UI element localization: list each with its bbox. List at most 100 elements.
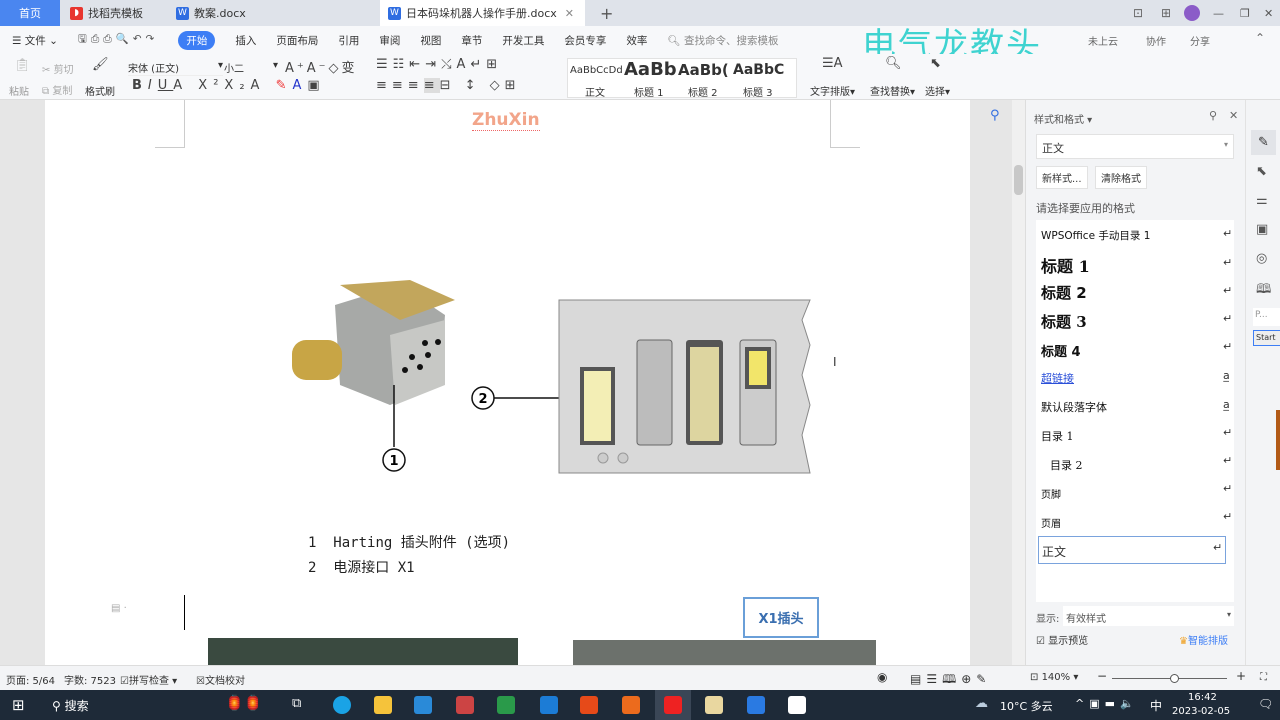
style-item[interactable]: 标题 2 xyxy=(1041,282,1087,303)
style-item[interactable]: 页脚 xyxy=(1041,486,1061,501)
view-mode-icons[interactable]: ▤☰🕮⊕✎ xyxy=(910,670,991,691)
new-style-button[interactable]: 新样式... xyxy=(1036,166,1088,189)
notification-icon[interactable]: 🗨 xyxy=(1258,697,1273,711)
menu-insert[interactable]: 插入 xyxy=(235,33,256,48)
window-layout-icon[interactable]: ⊡ xyxy=(1125,0,1143,26)
app-icon[interactable] xyxy=(497,696,515,714)
style-item[interactable]: 默认段落字体 xyxy=(1041,399,1107,415)
minimize-icon[interactable]: — xyxy=(1205,0,1224,26)
select-button[interactable]: 选择▾ xyxy=(925,83,950,98)
edge-icon[interactable] xyxy=(333,696,351,714)
menu-view[interactable]: 视图 xyxy=(420,33,441,48)
wps-taskbar-item[interactable] xyxy=(655,690,691,720)
store-icon[interactable] xyxy=(414,696,432,714)
style-h3-label[interactable]: 标题 3 xyxy=(743,84,773,99)
vertical-scrollbar[interactable] xyxy=(1012,100,1025,665)
app-icon[interactable] xyxy=(788,696,806,714)
font-tools-icons[interactable]: A⁺A⁻◇变 xyxy=(285,57,358,76)
paragraph-handle-icon[interactable]: ▤ · xyxy=(111,603,127,614)
clear-format-button[interactable]: 清除格式 xyxy=(1095,166,1147,189)
fullscreen-icon[interactable]: ⛶ xyxy=(1260,672,1267,683)
cut-button[interactable]: ✂ 剪切 xyxy=(42,61,74,76)
windows-start-icon[interactable]: ⊞ xyxy=(12,696,25,714)
sliders-icon[interactable]: ⚌ xyxy=(1256,193,1268,208)
alignment-icons[interactable]: ≡≡≡≡⊟ ↕ ◇⊞ xyxy=(376,78,521,93)
style-h2-preview[interactable]: AaBb( xyxy=(678,61,730,79)
menu-chapter[interactable]: 章节 xyxy=(461,33,482,48)
paragraph-icons[interactable]: ☰☷⇤⇥⤯A↵⊞ xyxy=(376,57,502,72)
weather-text[interactable]: 10°C 多云 xyxy=(1000,698,1053,714)
start-button[interactable]: Start xyxy=(1253,330,1280,346)
menu-layout[interactable]: 页面布局 xyxy=(276,33,318,48)
find-replace-button[interactable]: 查找替换▾ xyxy=(870,83,915,98)
text-layout-button[interactable]: 文字排版▾ xyxy=(810,83,855,98)
label-box[interactable]: X1插头 xyxy=(743,597,819,638)
avatar[interactable] xyxy=(1184,5,1200,21)
edit-pen-icon[interactable]: ✎ xyxy=(1251,130,1276,155)
menu-file[interactable]: ☰ 文件 ⌄ xyxy=(12,33,58,48)
menu-start[interactable]: 开始 xyxy=(178,30,216,50)
restore-icon[interactable]: ❐ xyxy=(1232,0,1250,26)
tab-home[interactable]: 首页 xyxy=(0,0,60,26)
format-painter-button[interactable]: 格式刷 xyxy=(85,83,115,98)
show-select[interactable]: 有效样式 ▾ xyxy=(1063,606,1234,626)
style-h2-label[interactable]: 标题 2 xyxy=(688,84,718,99)
style-item[interactable]: 页眉 xyxy=(1041,515,1061,530)
style-h3-preview[interactable]: AaBbC( xyxy=(733,62,785,78)
tab-jiaoan[interactable]: W 教案.docx xyxy=(168,0,368,26)
page-indicator[interactable]: 页面: 5/64 xyxy=(6,672,55,687)
clock-time[interactable]: 16:42 xyxy=(1188,692,1217,703)
collab-button[interactable]: 协作 xyxy=(1146,33,1166,48)
file-explorer-icon[interactable] xyxy=(374,696,392,714)
ppt-icon[interactable] xyxy=(580,696,598,714)
clock-date[interactable]: 2023-02-05 xyxy=(1172,706,1230,717)
style-normal-preview[interactable]: AaBbCcDd xyxy=(570,65,623,76)
style-item[interactable]: WPSOffice 手动目录 1 xyxy=(1041,228,1150,243)
close-panel-icon[interactable]: ✕ xyxy=(1229,109,1238,122)
style-item[interactable]: 目录 2 xyxy=(1050,457,1083,473)
menu-devtools[interactable]: 开发工具 xyxy=(502,33,544,48)
task-view-icon[interactable]: ⧉ xyxy=(292,696,301,711)
style-h1-preview[interactable]: AaBb xyxy=(624,59,676,80)
collapse-ribbon-icon[interactable]: ⌃ xyxy=(1255,31,1265,45)
paste-button[interactable]: 粘贴 xyxy=(9,83,29,98)
close-icon[interactable]: ✕ xyxy=(565,7,574,20)
proofread-button[interactable]: ☒文档校对 xyxy=(196,672,245,687)
style-normal-label[interactable]: 正文 xyxy=(585,84,605,99)
menu-review[interactable]: 审阅 xyxy=(379,33,400,48)
location-icon[interactable]: ◎ xyxy=(1256,251,1267,266)
zoom-slider[interactable] xyxy=(1112,674,1227,683)
grid-icon[interactable]: ⊞ xyxy=(1153,0,1171,26)
tray-icons[interactable]: ^▣▬🔈 xyxy=(1075,697,1139,710)
menu-reference[interactable]: 引用 xyxy=(338,33,359,48)
zoom-in-icon[interactable]: + xyxy=(1236,669,1246,683)
style-item[interactable]: 目录 1 xyxy=(1041,428,1074,444)
style-item[interactable]: 标题 4 xyxy=(1041,341,1081,360)
paste-icon[interactable]: 📋︎ xyxy=(14,58,31,73)
quick-access-icons[interactable]: 🖫⎙⎙🔍↶↷ xyxy=(78,31,158,49)
style-item[interactable]: 超链接 xyxy=(1041,370,1074,386)
pin-icon[interactable]: ⚲ xyxy=(1209,109,1217,122)
panel-title[interactable]: 样式和格式 ▾ xyxy=(1034,111,1092,126)
document-page[interactable]: ZhuXin 1 2 1 Harting 插头附件 (选项) 2 电源接口 X1… xyxy=(45,100,970,665)
command-search[interactable]: 🔍︎ 查找命令、搜索模板 xyxy=(667,33,778,48)
ime-indicator[interactable]: 中 xyxy=(1150,697,1162,714)
book-icon[interactable]: 🕮 xyxy=(1256,280,1271,302)
copy-button[interactable]: ⧉ 复制 xyxy=(42,82,72,97)
style-item[interactable]: 标题 3 xyxy=(1041,311,1087,332)
share-button[interactable]: 分享 xyxy=(1190,33,1210,48)
scrollbar-thumb[interactable] xyxy=(1014,165,1023,195)
taskbar-search[interactable]: ⚲ 搜索 xyxy=(52,697,89,714)
image-tool-icon[interactable]: ▣ xyxy=(1256,222,1268,237)
app-icon[interactable] xyxy=(705,696,723,714)
font-select[interactable]: 宋体 (正文) ▾ xyxy=(128,60,223,76)
app-icon[interactable] xyxy=(747,696,765,714)
app-icon[interactable] xyxy=(456,696,474,714)
smart-layout-button[interactable]: ♛智能排版 xyxy=(1179,632,1228,647)
zoom-out-icon[interactable]: − xyxy=(1097,669,1107,683)
tab-templates[interactable]: ◗ 找稻壳模板 xyxy=(62,0,166,26)
style-h1-label[interactable]: 标题 1 xyxy=(634,84,664,99)
zoom-select[interactable]: ⊡ 140% ▾ xyxy=(1030,672,1078,683)
new-tab-icon[interactable]: + xyxy=(592,0,613,26)
spell-check-button[interactable]: ☑拼写检查 ▾ xyxy=(120,672,177,687)
